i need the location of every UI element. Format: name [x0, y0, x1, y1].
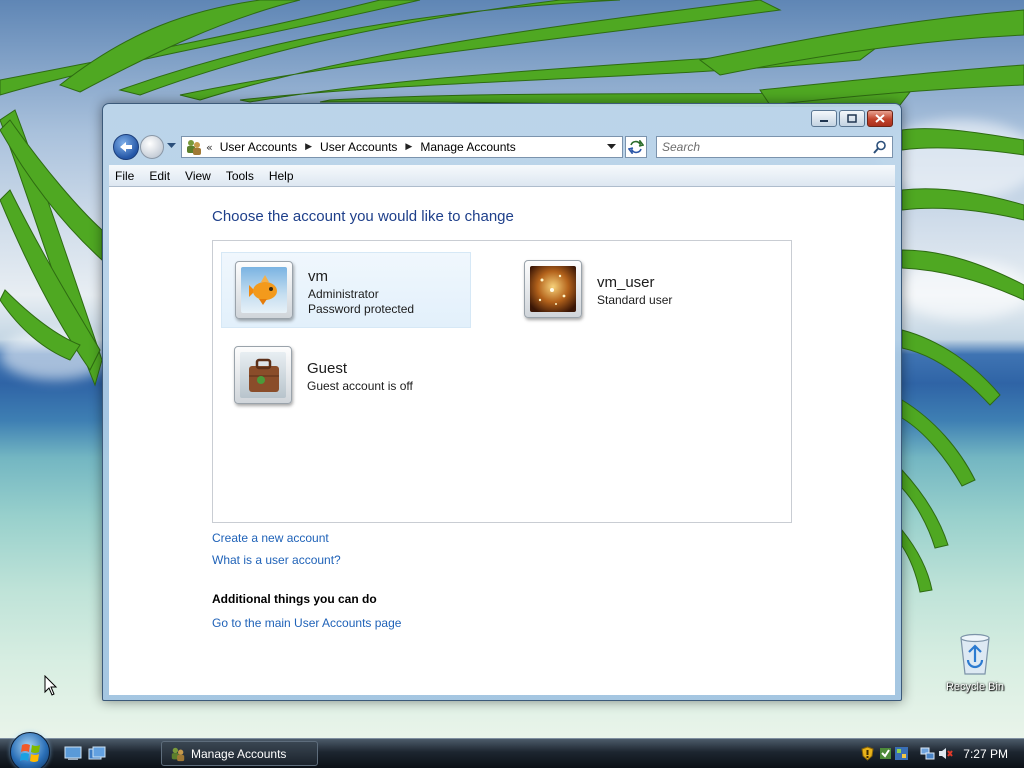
menu-tools[interactable]: Tools: [225, 169, 255, 183]
close-button[interactable]: [867, 110, 893, 127]
user-accounts-icon: [171, 747, 185, 761]
create-new-account-link[interactable]: Create a new account: [212, 531, 329, 545]
manage-accounts-window: « User Accounts ▶ User Accounts ▶ Manage…: [102, 103, 902, 701]
mouse-cursor-icon: [44, 675, 58, 696]
refresh-icon: [628, 140, 644, 154]
windows-logo-icon: [20, 744, 40, 762]
security-shield-icon[interactable]: [860, 746, 875, 761]
goldfish-picture-icon: [241, 267, 287, 313]
taskbar: Manage Accounts 7:27 PM: [0, 732, 1024, 768]
account-tile-vm[interactable]: vm Administrator Password protected: [221, 252, 471, 328]
close-icon: [875, 114, 885, 123]
account-name: vm: [308, 268, 328, 285]
avatar: [524, 260, 582, 318]
account-tile-guest[interactable]: Guest Guest account is off: [221, 338, 471, 414]
account-status: Password protected: [308, 302, 415, 316]
what-is-user-account-link[interactable]: What is a user account?: [212, 553, 341, 567]
address-bar[interactable]: « User Accounts ▶ User Accounts ▶ Manage…: [181, 136, 623, 158]
search-placeholder: Search: [662, 140, 701, 154]
search-input[interactable]: Search: [656, 136, 893, 158]
account-tile-vm-user[interactable]: vm_user Standard user: [511, 252, 761, 328]
account-type: Standard user: [597, 293, 673, 307]
clock[interactable]: 7:27 PM: [963, 747, 1008, 761]
taskbar-button-manage-accounts[interactable]: Manage Accounts: [161, 741, 318, 766]
breadcrumb-user-accounts-1[interactable]: User Accounts: [220, 140, 297, 154]
forward-button[interactable]: [140, 135, 164, 159]
account-list: vm Administrator Password protected vm_u…: [212, 240, 792, 523]
breadcrumb-user-accounts-2[interactable]: User Accounts: [320, 140, 397, 154]
windows-sidebar-icon[interactable]: [894, 746, 909, 761]
menu-view[interactable]: View: [184, 169, 212, 183]
switch-windows-icon[interactable]: [88, 746, 106, 761]
menu-edit[interactable]: Edit: [148, 169, 171, 183]
volume-muted-icon[interactable]: [938, 746, 953, 761]
minimize-icon: [820, 119, 828, 122]
show-desktop-icon[interactable]: [64, 746, 82, 761]
account-name: vm_user: [597, 274, 655, 291]
recycle-bin[interactable]: Recycle Bin: [942, 632, 1008, 693]
main-user-accounts-page-link[interactable]: Go to the main User Accounts page: [212, 616, 401, 630]
page-title: Choose the account you would like to cha…: [212, 208, 514, 225]
account-status: Guest account is off: [307, 379, 413, 393]
updates-icon[interactable]: [878, 746, 893, 761]
caption-buttons: [809, 110, 893, 127]
recycle-bin-label: Recycle Bin: [945, 681, 1005, 693]
avatar: [235, 261, 293, 319]
breadcrumb-manage-accounts[interactable]: Manage Accounts: [420, 140, 515, 154]
taskbar-button-label: Manage Accounts: [191, 746, 287, 761]
briefcase-picture-icon: [240, 352, 286, 398]
account-type: Administrator: [308, 287, 379, 301]
start-button[interactable]: [10, 732, 50, 768]
navigation-bar: « User Accounts ▶ User Accounts ▶ Manage…: [111, 134, 893, 160]
minimize-button[interactable]: [811, 110, 837, 127]
content-pane: Choose the account you would like to cha…: [109, 187, 895, 695]
maximize-button[interactable]: [839, 110, 865, 127]
back-button[interactable]: [113, 134, 139, 160]
recent-pages-dropdown[interactable]: [167, 143, 176, 149]
user-accounts-icon: [187, 140, 201, 155]
avatar: [234, 346, 292, 404]
search-icon[interactable]: [873, 140, 887, 154]
sparkles-picture-icon: [530, 266, 576, 312]
recycle-bin-icon: [960, 633, 990, 675]
refresh-button[interactable]: [625, 136, 647, 158]
maximize-icon: [847, 114, 857, 123]
menu-help[interactable]: Help: [268, 169, 295, 183]
menu-bar: File Edit View Tools Help: [109, 165, 895, 187]
address-dropdown-icon[interactable]: [607, 144, 616, 150]
additional-heading: Additional things you can do: [212, 592, 377, 606]
menu-file[interactable]: File: [114, 169, 135, 183]
address-overflow-chevron[interactable]: «: [206, 141, 213, 154]
network-icon[interactable]: [920, 746, 935, 761]
account-name: Guest: [307, 360, 348, 377]
breadcrumb-separator-icon[interactable]: ▶: [305, 142, 312, 152]
system-tray: 7:27 PM: [854, 739, 1024, 768]
back-arrow-icon: [120, 142, 132, 152]
breadcrumb-separator-icon[interactable]: ▶: [405, 142, 412, 152]
